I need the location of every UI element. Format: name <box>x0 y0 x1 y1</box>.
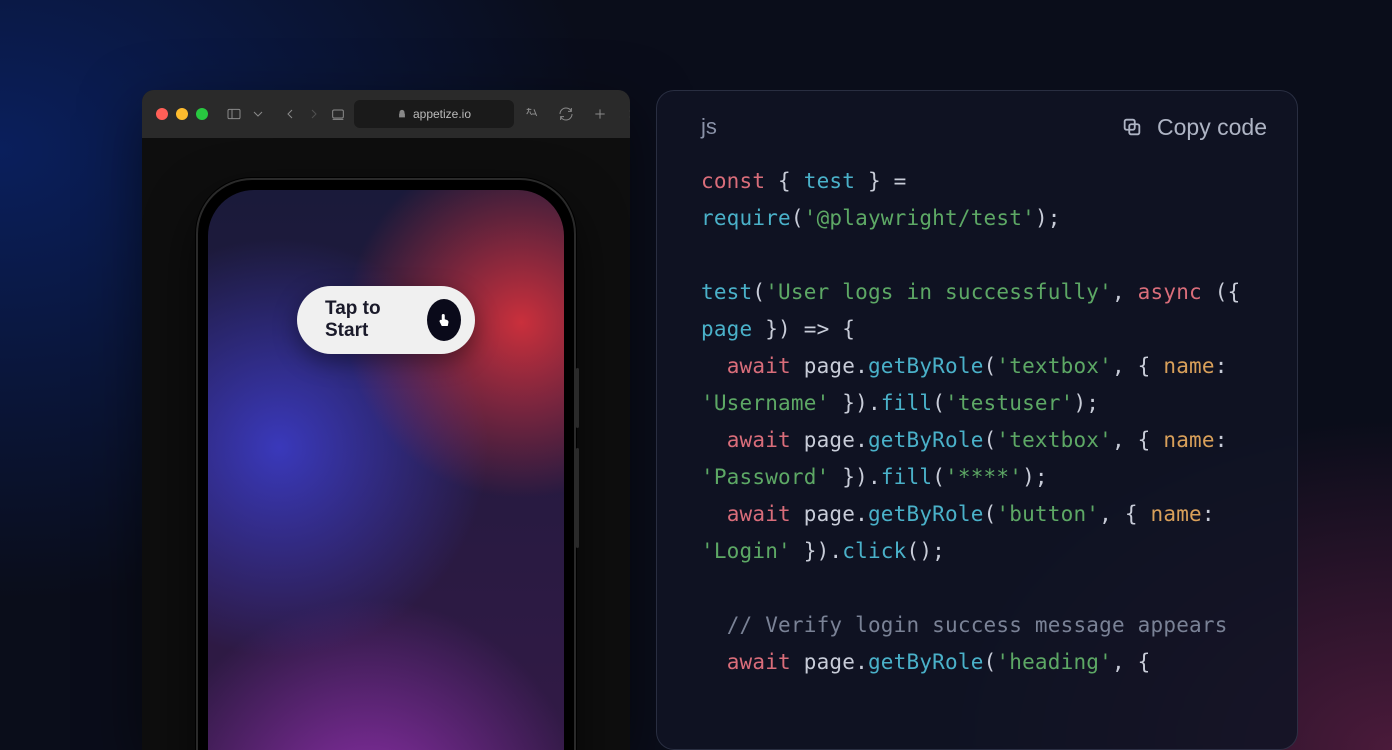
code-token: '****' <box>945 465 1022 489</box>
code-token: }) => { <box>752 317 855 341</box>
code-token: require <box>701 206 791 230</box>
window-close-button[interactable] <box>156 108 168 120</box>
code-token: , <box>1112 280 1138 304</box>
new-tab-button[interactable] <box>590 104 610 124</box>
code-token: , { <box>1112 354 1163 378</box>
code-token: 'textbox' <box>996 428 1112 452</box>
code-token: { <box>765 169 804 193</box>
browser-content: Tap to Start <box>142 138 630 750</box>
code-token: page. <box>791 650 868 674</box>
code-token: // Verify login success message appears <box>727 613 1228 637</box>
code-token: , { <box>1099 502 1150 526</box>
code-token: ( <box>984 650 997 674</box>
code-token: getByRole <box>868 428 984 452</box>
code-token: name <box>1163 354 1214 378</box>
code-token: } = <box>855 169 919 193</box>
code-token: name <box>1151 502 1202 526</box>
code-token: await <box>727 354 791 378</box>
code-token: 'User logs in successfully' <box>765 280 1112 304</box>
code-token: page. <box>791 428 868 452</box>
code-token: 'button' <box>996 502 1099 526</box>
code-token: }). <box>791 539 842 563</box>
code-token: async <box>1138 280 1202 304</box>
code-panel: js Copy code const { test } = require('@… <box>656 90 1298 750</box>
code-token: 'Username' <box>701 391 829 415</box>
code-token: , { <box>1112 428 1163 452</box>
code-token: ( <box>932 391 945 415</box>
code-token: await <box>727 428 791 452</box>
code-token: const <box>701 169 765 193</box>
reload-icon[interactable] <box>556 104 576 124</box>
tap-to-start-button[interactable]: Tap to Start <box>297 286 475 354</box>
code-token: 'Password' <box>701 465 829 489</box>
translate-icon[interactable] <box>522 104 542 124</box>
browser-window: appetize.io Tap to Start <box>142 90 630 750</box>
code-token: page <box>701 317 752 341</box>
code-token: ( <box>932 465 945 489</box>
code-token: 'Login' <box>701 539 791 563</box>
code-token: ({ <box>1202 280 1253 304</box>
code-token: }). <box>829 391 880 415</box>
sidebar-toggle-icon[interactable] <box>226 104 242 124</box>
code-token <box>701 613 727 637</box>
code-token: ( <box>984 428 997 452</box>
forward-button[interactable] <box>306 104 322 124</box>
code-token: await <box>727 650 791 674</box>
code-token: test <box>701 280 752 304</box>
code-token: click <box>842 539 906 563</box>
code-token: page. <box>791 354 868 378</box>
window-minimize-button[interactable] <box>176 108 188 120</box>
code-token: 'textbox' <box>996 354 1112 378</box>
code-token: , { <box>1112 650 1151 674</box>
code-token: ); <box>1022 465 1048 489</box>
code-token: getByRole <box>868 502 984 526</box>
reader-icon[interactable] <box>330 104 346 124</box>
copy-code-label: Copy code <box>1157 114 1267 141</box>
code-header: js Copy code <box>657 91 1297 163</box>
code-token: ( <box>984 354 997 378</box>
lock-icon <box>397 109 407 119</box>
code-token: await <box>727 502 791 526</box>
code-token <box>701 650 727 674</box>
code-token: ( <box>752 280 765 304</box>
code-token: 'testuser' <box>945 391 1073 415</box>
code-token <box>701 502 727 526</box>
code-token: ( <box>984 502 997 526</box>
code-token: ); <box>1035 206 1061 230</box>
code-token: }). <box>829 465 880 489</box>
url-text: appetize.io <box>413 107 471 121</box>
code-token: : <box>1215 428 1241 452</box>
code-token: page. <box>791 502 868 526</box>
code-token: : <box>1215 354 1241 378</box>
code-token: (); <box>907 539 946 563</box>
code-token: fill <box>881 391 932 415</box>
code-token: name <box>1163 428 1214 452</box>
tap-icon <box>427 299 461 341</box>
window-maximize-button[interactable] <box>196 108 208 120</box>
code-token: ); <box>1073 391 1099 415</box>
code-token: '@playwright/test' <box>804 206 1035 230</box>
back-button[interactable] <box>282 104 298 124</box>
code-token: test <box>804 169 855 193</box>
code-token: getByRole <box>868 354 984 378</box>
code-token: : <box>1202 502 1228 526</box>
tap-to-start-label: Tap to Start <box>325 298 409 342</box>
phone-mockup: Tap to Start <box>196 178 576 750</box>
code-token <box>701 354 727 378</box>
code-token: 'heading' <box>996 650 1112 674</box>
browser-toolbar: appetize.io <box>142 90 630 138</box>
phone-screen: Tap to Start <box>208 190 564 750</box>
code-token: fill <box>881 465 932 489</box>
copy-icon <box>1121 116 1143 138</box>
code-token <box>701 428 727 452</box>
copy-code-button[interactable]: Copy code <box>1121 114 1267 141</box>
code-token: getByRole <box>868 650 984 674</box>
code-body[interactable]: const { test } = require('@playwright/te… <box>657 163 1297 681</box>
tabs-overflow-icon[interactable] <box>624 104 630 124</box>
chevron-down-icon[interactable] <box>250 104 266 124</box>
address-bar[interactable]: appetize.io <box>354 100 514 128</box>
traffic-lights <box>156 108 208 120</box>
code-token: ( <box>791 206 804 230</box>
code-lang-label: js <box>701 114 717 140</box>
